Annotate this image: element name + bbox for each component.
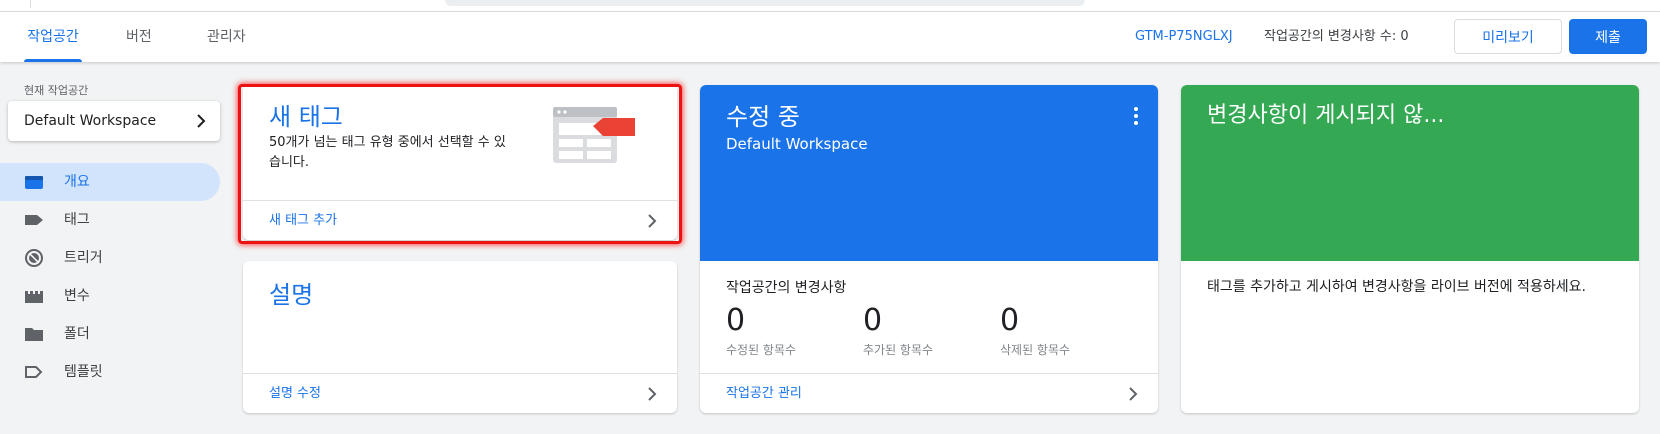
manage-workspaces-label: 작업공간 관리 (726, 386, 802, 401)
top-strip (0, 0, 1660, 12)
chevron-right-icon (648, 214, 657, 228)
trigger-icon (25, 249, 43, 267)
tab-versions[interactable]: 버전 (126, 12, 152, 62)
added-stat: 0 추가된 항목수 (863, 303, 933, 358)
sidebar-item-label: 개요 (64, 174, 90, 190)
sidebar-item-tags[interactable]: 태그 (0, 201, 220, 239)
search-bar-edge[interactable] (445, 0, 1085, 6)
sidebar-item-label: 템플릿 (64, 364, 103, 380)
deleted-stat: 0 삭제된 항목수 (1000, 303, 1070, 358)
editing-header-panel: 수정 중 Default Workspace (700, 85, 1158, 261)
manage-workspaces-link[interactable]: 작업공간 관리 (700, 373, 1158, 413)
edit-description-link[interactable]: 설명 수정 (243, 373, 677, 413)
editing-workspace-card: 수정 중 Default Workspace 작업공간의 변경사항 0 수정된 … (700, 85, 1158, 413)
variable-icon (25, 291, 43, 303)
add-new-tag-label: 새 태그 추가 (269, 213, 338, 228)
workspace-selector[interactable]: Default Workspace (8, 101, 220, 141)
divider (30, 0, 31, 8)
tab-workspace[interactable]: 작업공간 (24, 12, 82, 62)
sidebar-item-label: 트리거 (64, 250, 103, 266)
current-workspace-label: 현재 작업공간 (24, 84, 89, 97)
preview-button[interactable]: 미리보기 (1454, 19, 1562, 54)
chevron-right-icon (1129, 387, 1138, 401)
folder-icon (25, 328, 43, 341)
unpublished-title: 변경사항이 게시되지 않... (1207, 103, 1445, 128)
submit-button[interactable]: 제출 (1569, 19, 1647, 54)
sidebar-item-label: 변수 (64, 288, 90, 304)
editing-workspace-name: Default Workspace (726, 135, 868, 153)
added-label: 추가된 항목수 (863, 343, 934, 357)
tag-illustration-icon (553, 107, 635, 163)
editing-title: 수정 중 (726, 103, 800, 131)
deleted-label: 삭제된 항목수 (1000, 343, 1071, 357)
chevron-right-icon (648, 387, 657, 401)
sidebar-item-overview[interactable]: 개요 (0, 163, 220, 201)
add-new-tag-link[interactable]: 새 태그 추가 (243, 200, 677, 240)
workspace-name: Default Workspace (24, 113, 157, 129)
description-title: 설명 (269, 281, 314, 309)
workspace-nav-bar: 작업공간 버전 관리자 GTM-P75NGLXJ 작업공간의 변경사항 수: 0… (0, 12, 1660, 62)
modified-count: 0 (726, 303, 746, 338)
workspace-changes-title: 작업공간의 변경사항 (726, 280, 847, 296)
unpublished-changes-card: 변경사항이 게시되지 않... 태그를 추가하고 게시하여 변경사항을 라이브 … (1181, 85, 1639, 413)
modified-label: 수정된 항목수 (726, 343, 797, 357)
sidebar-item-label: 태그 (64, 212, 90, 228)
unpublished-header-panel: 변경사항이 게시되지 않... (1181, 85, 1639, 261)
more-options-icon[interactable] (1134, 107, 1138, 128)
sidebar-item-templates[interactable]: 템플릿 (0, 353, 220, 391)
container-id-link[interactable]: GTM-P75NGLXJ (1135, 12, 1233, 62)
workspace-changes-count: 작업공간의 변경사항 수: 0 (1264, 29, 1409, 44)
template-icon (25, 366, 43, 378)
modified-stat: 0 수정된 항목수 (726, 303, 796, 358)
unpublished-body: 태그를 추가하고 게시하여 변경사항을 라이브 버전에 적용하세요. (1207, 279, 1586, 295)
added-count: 0 (863, 303, 883, 338)
description-card: 설명 설명 수정 (243, 261, 677, 413)
tab-admin[interactable]: 관리자 (207, 12, 246, 62)
chevron-right-icon (197, 114, 206, 128)
edit-description-label: 설명 수정 (269, 386, 321, 401)
new-tag-title: 새 태그 (269, 103, 343, 131)
sidebar-item-variables[interactable]: 변수 (0, 277, 220, 315)
deleted-count: 0 (1000, 303, 1020, 338)
new-tag-card[interactable]: 새 태그 50개가 넘는 태그 유형 중에서 선택할 수 있습니다. 새 태그 … (243, 85, 677, 240)
sidebar-item-folders[interactable]: 폴더 (0, 315, 220, 353)
sidebar-item-triggers[interactable]: 트리거 (0, 239, 220, 277)
sidebar-item-label: 폴더 (64, 326, 90, 342)
overview-icon (25, 176, 43, 189)
tag-icon (25, 215, 43, 225)
new-tag-description: 50개가 넘는 태그 유형 중에서 선택할 수 있습니다. (269, 135, 506, 170)
